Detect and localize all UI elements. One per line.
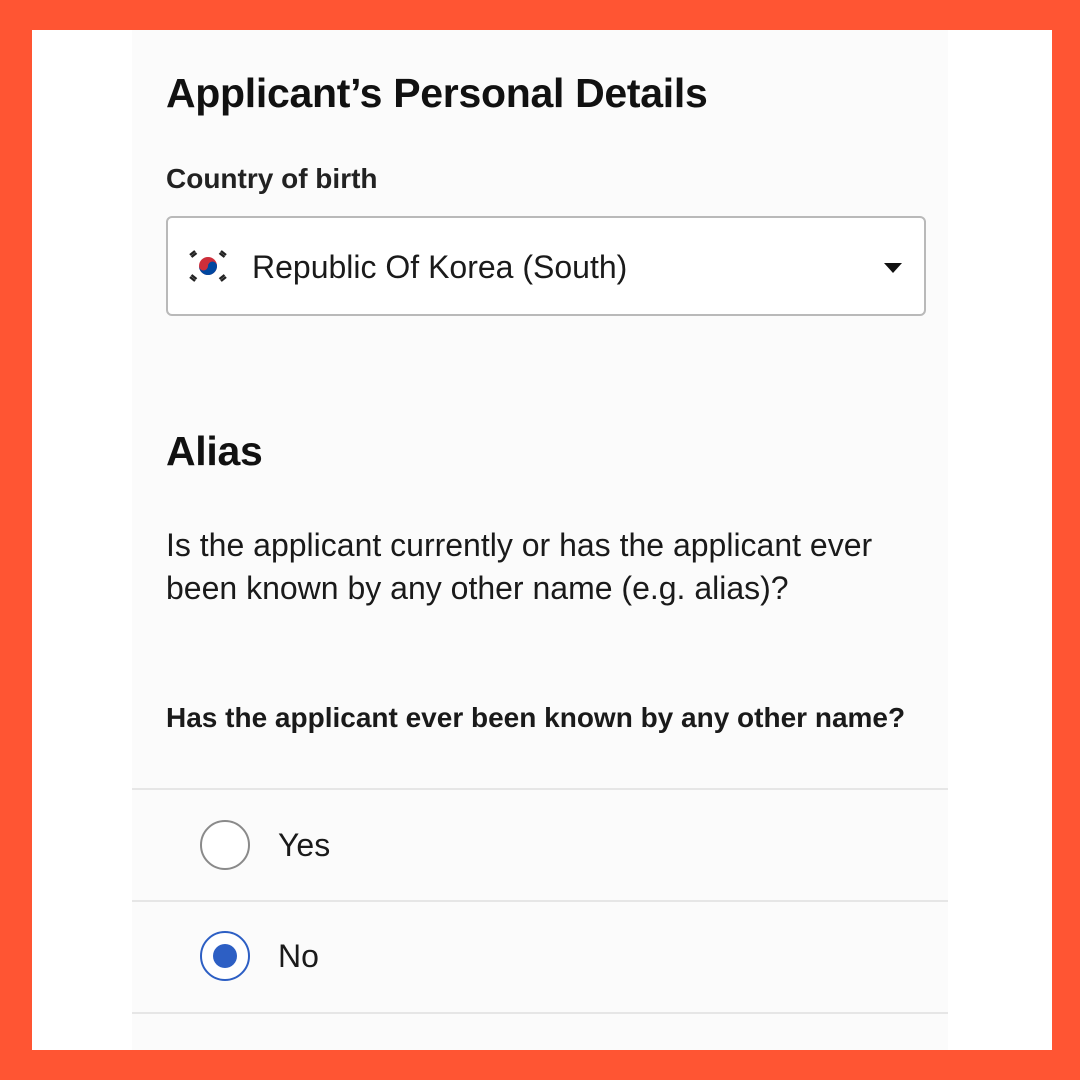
country-of-birth-label: Country of birth (166, 163, 378, 194)
content-frame: Applicant’s Personal Details Country of … (32, 30, 1052, 1050)
south-korea-flag-icon (189, 250, 227, 282)
alias-radio-legend: Has the applicant ever been known by any… (166, 702, 906, 733)
chevron-down-icon (884, 263, 902, 273)
radio-button-yes[interactable] (200, 820, 250, 870)
country-of-birth-select[interactable]: Republic Of Korea (South) (166, 216, 926, 316)
radio-option-yes[interactable]: Yes (132, 791, 948, 901)
alias-question-text: Is the applicant currently or has the ap… (166, 527, 873, 606)
radio-label-yes: Yes (278, 827, 331, 863)
radio-label-no: No (278, 938, 319, 974)
country-of-birth-value: Republic Of Korea (South) (252, 249, 628, 285)
radio-button-no[interactable] (200, 931, 250, 981)
alias-heading: Alias (166, 428, 263, 474)
divider (132, 788, 948, 790)
divider (132, 1012, 948, 1014)
radio-selected-dot (213, 944, 237, 968)
radio-option-no[interactable]: No (132, 902, 948, 1012)
personal-details-heading: Applicant’s Personal Details (166, 70, 708, 116)
